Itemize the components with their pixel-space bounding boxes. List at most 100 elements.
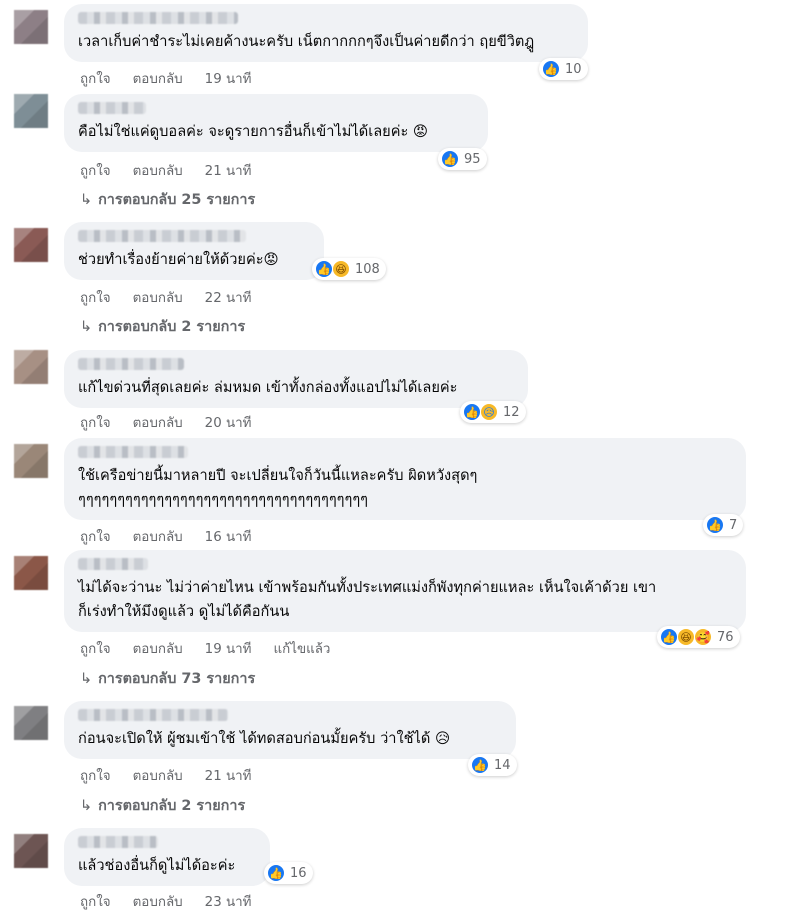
reply-arrow-icon: ↳ (80, 192, 93, 208)
timestamp[interactable]: 21 นาที (205, 765, 252, 786)
author-name-blurred[interactable] (78, 102, 146, 114)
view-replies-link[interactable]: ↳ การตอบกลับ 25 รายการ (80, 188, 255, 211)
author-name-blurred[interactable] (78, 709, 228, 721)
timestamp[interactable]: 19 นาที (205, 68, 252, 89)
reply-button[interactable]: ตอบกลับ (133, 68, 183, 89)
view-replies-link[interactable]: ↳ การตอบกลับ 2 รายการ (80, 794, 245, 817)
avatar[interactable] (14, 834, 48, 868)
edited-label[interactable]: แก้ไขแล้ว (273, 638, 330, 659)
author-name-blurred[interactable] (78, 12, 238, 24)
avatar[interactable] (14, 706, 48, 740)
like-button[interactable]: ถูกใจ (80, 526, 111, 547)
reaction-count: 76 (717, 629, 734, 645)
avatar[interactable] (14, 228, 48, 262)
haha-icon: 😆 (677, 628, 695, 646)
reaction-count: 14 (494, 757, 511, 773)
reply-button[interactable]: ตอบกลับ (133, 526, 183, 547)
reply-arrow-icon: ↳ (80, 671, 93, 687)
reaction-count: 16 (290, 865, 307, 881)
like-icon: 👍 (542, 60, 560, 78)
reaction-summary[interactable]: 👍 10 (539, 58, 588, 80)
reaction-summary[interactable]: 👍 😆 108 (312, 258, 386, 280)
reaction-summary[interactable]: 👍 95 (438, 148, 487, 170)
like-button[interactable]: ถูกใจ (80, 160, 111, 181)
reaction-summary[interactable]: 👍 7 (703, 514, 744, 536)
comment-actions: ถูกใจ ตอบกลับ 21 นาที (80, 765, 273, 786)
comment-text: เวลาเก็บค่าชำระไม่เคยค้างนะครับ เน็ตกากก… (78, 33, 535, 50)
comment-text: ใช้เครือข่ายนี้มาหลายปี จะเปลี่ยนใจก็วัน… (78, 467, 478, 508)
author-name-blurred[interactable] (78, 836, 158, 848)
timestamp[interactable]: 21 นาที (205, 160, 252, 181)
like-icon: 👍 (660, 628, 678, 646)
comment-bubble: แล้วช่องอื่นก็ดูไม่ได้อะค่ะ (64, 828, 270, 886)
comment-actions: ถูกใจ ตอบกลับ 21 นาที (80, 160, 273, 181)
comment-bubble: ใช้เครือข่ายนี้มาหลายปี จะเปลี่ยนใจก็วัน… (64, 438, 746, 520)
like-button[interactable]: ถูกใจ (80, 412, 111, 433)
comment-bubble: เวลาเก็บค่าชำระไม่เคยค้างนะครับ เน็ตกากก… (64, 4, 588, 62)
comment-text: แก้ไขด่วนที่สุดเลยค่ะ ล่มหมด เข้าทั้งกล่… (78, 379, 458, 396)
comment-actions: ถูกใจ ตอบกลับ 16 นาที (80, 526, 273, 547)
avatar[interactable] (14, 350, 48, 384)
like-button[interactable]: ถูกใจ (80, 765, 111, 786)
comment-text: ช่วยทำเรื่องย้ายค่ายให้ด้วยค่ะ😡 (78, 251, 279, 268)
reaction-count: 12 (503, 404, 520, 420)
like-button[interactable]: ถูกใจ (80, 638, 111, 659)
comment-actions: ถูกใจ ตอบกลับ 19 นาที (80, 68, 273, 89)
timestamp[interactable]: 22 นาที (205, 287, 252, 308)
sad-icon: 😥 (480, 403, 498, 421)
reaction-count: 95 (464, 151, 481, 167)
reaction-count: 10 (565, 61, 582, 77)
reaction-summary[interactable]: 👍 16 (264, 862, 313, 884)
comment-text: ไม่ได้จะว่านะ ไม่ว่าค่ายไหน เข้าพร้อมกัน… (78, 579, 657, 620)
author-name-blurred[interactable] (78, 558, 148, 570)
timestamp[interactable]: 23 นาที (205, 891, 252, 912)
comment-bubble: ก่อนจะเปิดให้ ผู้ชมเข้าใช้ ได้ทดสอบก่อนม… (64, 701, 516, 759)
reaction-summary[interactable]: 👍 14 (468, 754, 517, 776)
reply-button[interactable]: ตอบกลับ (133, 765, 183, 786)
comment-bubble: แก้ไขด่วนที่สุดเลยค่ะ ล่มหมด เข้าทั้งกล่… (64, 350, 528, 408)
comment-text: ก่อนจะเปิดให้ ผู้ชมเข้าใช้ ได้ทดสอบก่อนม… (78, 730, 451, 747)
like-icon: 👍 (441, 150, 459, 168)
reply-button[interactable]: ตอบกลับ (133, 160, 183, 181)
reply-button[interactable]: ตอบกลับ (133, 638, 183, 659)
reaction-count: 108 (355, 261, 380, 277)
timestamp[interactable]: 16 นาที (205, 526, 252, 547)
comment-text: คือไม่ใช่แค่ดูบอลค่ะ จะดูรายการอื่นก็เข้… (78, 123, 429, 140)
replies-count-label: การตอบกลับ 25 รายการ (98, 192, 256, 208)
comment-actions: ถูกใจ ตอบกลับ 22 นาที (80, 287, 273, 308)
like-button[interactable]: ถูกใจ (80, 68, 111, 89)
comment-actions: ถูกใจ ตอบกลับ 23 นาที (80, 891, 273, 912)
view-replies-link[interactable]: ↳ การตอบกลับ 2 รายการ (80, 315, 245, 338)
like-icon: 👍 (315, 260, 333, 278)
like-icon: 👍 (471, 756, 489, 774)
reply-button[interactable]: ตอบกลับ (133, 412, 183, 433)
avatar[interactable] (14, 10, 48, 44)
avatar[interactable] (14, 444, 48, 478)
care-icon: 🥰 (694, 628, 712, 646)
avatar[interactable] (14, 94, 48, 128)
reaction-summary[interactable]: 👍 😆 🥰 76 (657, 626, 740, 648)
reply-button[interactable]: ตอบกลับ (133, 891, 183, 912)
replies-count-label: การตอบกลับ 2 รายการ (98, 319, 246, 335)
comment-bubble: ช่วยทำเรื่องย้ายค่ายให้ด้วยค่ะ😡 (64, 222, 324, 280)
comment-bubble: คือไม่ใช่แค่ดูบอลค่ะ จะดูรายการอื่นก็เข้… (64, 94, 488, 152)
author-name-blurred[interactable] (78, 230, 246, 242)
reply-button[interactable]: ตอบกลับ (133, 287, 183, 308)
reply-arrow-icon: ↳ (80, 319, 93, 335)
avatar[interactable] (14, 556, 48, 590)
like-icon: 👍 (706, 516, 724, 534)
like-button[interactable]: ถูกใจ (80, 287, 111, 308)
author-name-blurred[interactable] (78, 446, 188, 458)
haha-icon: 😆 (332, 260, 350, 278)
comment-text: แล้วช่องอื่นก็ดูไม่ได้อะค่ะ (78, 857, 236, 874)
view-replies-link[interactable]: ↳ การตอบกลับ 73 รายการ (80, 667, 255, 690)
author-name-blurred[interactable] (78, 358, 184, 370)
reaction-summary[interactable]: 👍 😥 12 (460, 401, 526, 423)
replies-count-label: การตอบกลับ 73 รายการ (98, 671, 256, 687)
timestamp[interactable]: 20 นาที (205, 412, 252, 433)
like-icon: 👍 (267, 864, 285, 882)
comment-actions: ถูกใจ ตอบกลับ 19 นาที แก้ไขแล้ว (80, 638, 352, 659)
reply-arrow-icon: ↳ (80, 798, 93, 814)
like-button[interactable]: ถูกใจ (80, 891, 111, 912)
timestamp[interactable]: 19 นาที (205, 638, 252, 659)
